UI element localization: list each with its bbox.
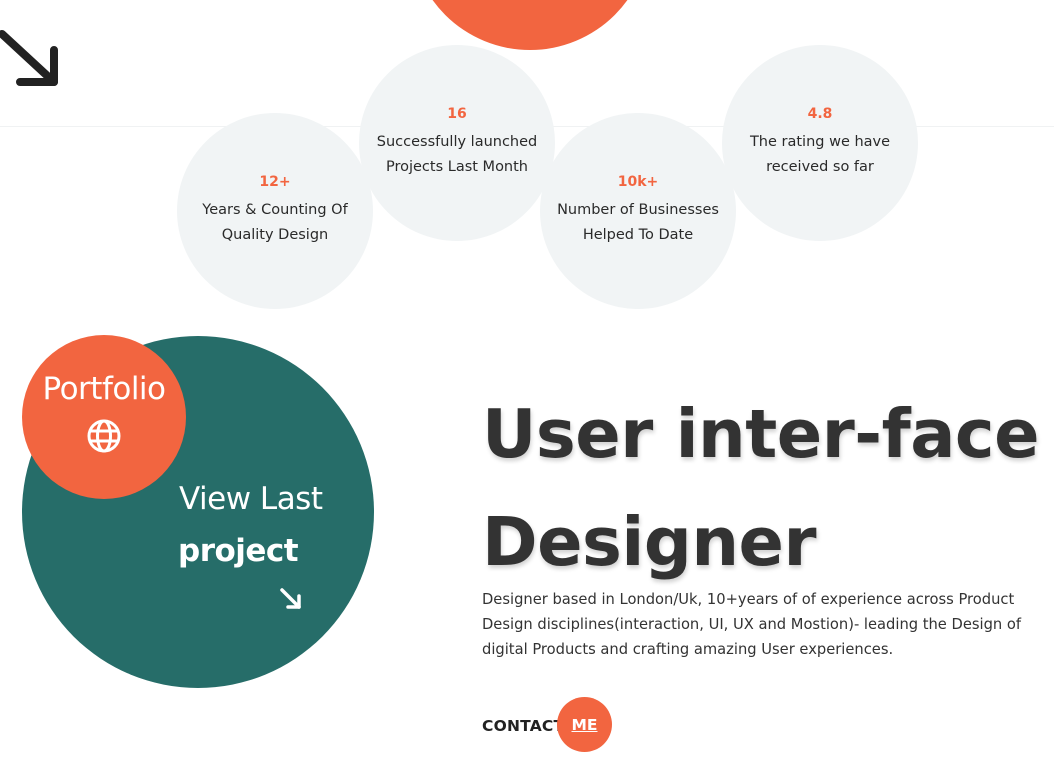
- globe-icon: [87, 419, 121, 453]
- decorative-orange-circle: [410, 0, 650, 50]
- stat-value: 10k+: [617, 174, 659, 190]
- contact-me-button[interactable]: ME: [557, 697, 612, 752]
- arrow-down-right-icon: [0, 30, 58, 86]
- project-label[interactable]: project: [178, 533, 299, 569]
- stat-rating: 4.8 The rating we have received so far: [722, 45, 918, 241]
- view-last-label[interactable]: View Last: [179, 481, 323, 517]
- stat-value: 16: [447, 106, 467, 122]
- portfolio-circle[interactable]: Portfolio: [22, 335, 186, 499]
- hero-description: Designer based in London/Uk, 10+years of…: [482, 591, 1022, 658]
- stat-label: Number of Businesses Helped To Date: [557, 202, 719, 243]
- stat-label: Successfully launched Projects Last Mont…: [376, 134, 538, 175]
- stat-label: Years & Counting Of Quality Design: [202, 202, 348, 243]
- stat-projects: 16 Successfully launched Projects Last M…: [359, 45, 555, 241]
- contact-label[interactable]: CONTACT: [482, 717, 564, 735]
- stat-label: The rating we have received so far: [749, 134, 891, 175]
- stat-businesses: 10k+ Number of Businesses Helped To Date: [540, 113, 736, 309]
- hero-title: User inter-face Designer: [482, 380, 1042, 596]
- arrow-down-right-icon[interactable]: [278, 586, 304, 612]
- portfolio-label: Portfolio: [42, 371, 166, 407]
- hero-title-line2: Designer: [482, 503, 817, 581]
- stat-years: 12+ Years & Counting Of Quality Design: [177, 113, 373, 309]
- stat-value: 4.8: [807, 106, 833, 122]
- hero-title-line1: User inter-face: [482, 395, 1040, 473]
- stat-value: 12+: [259, 174, 291, 190]
